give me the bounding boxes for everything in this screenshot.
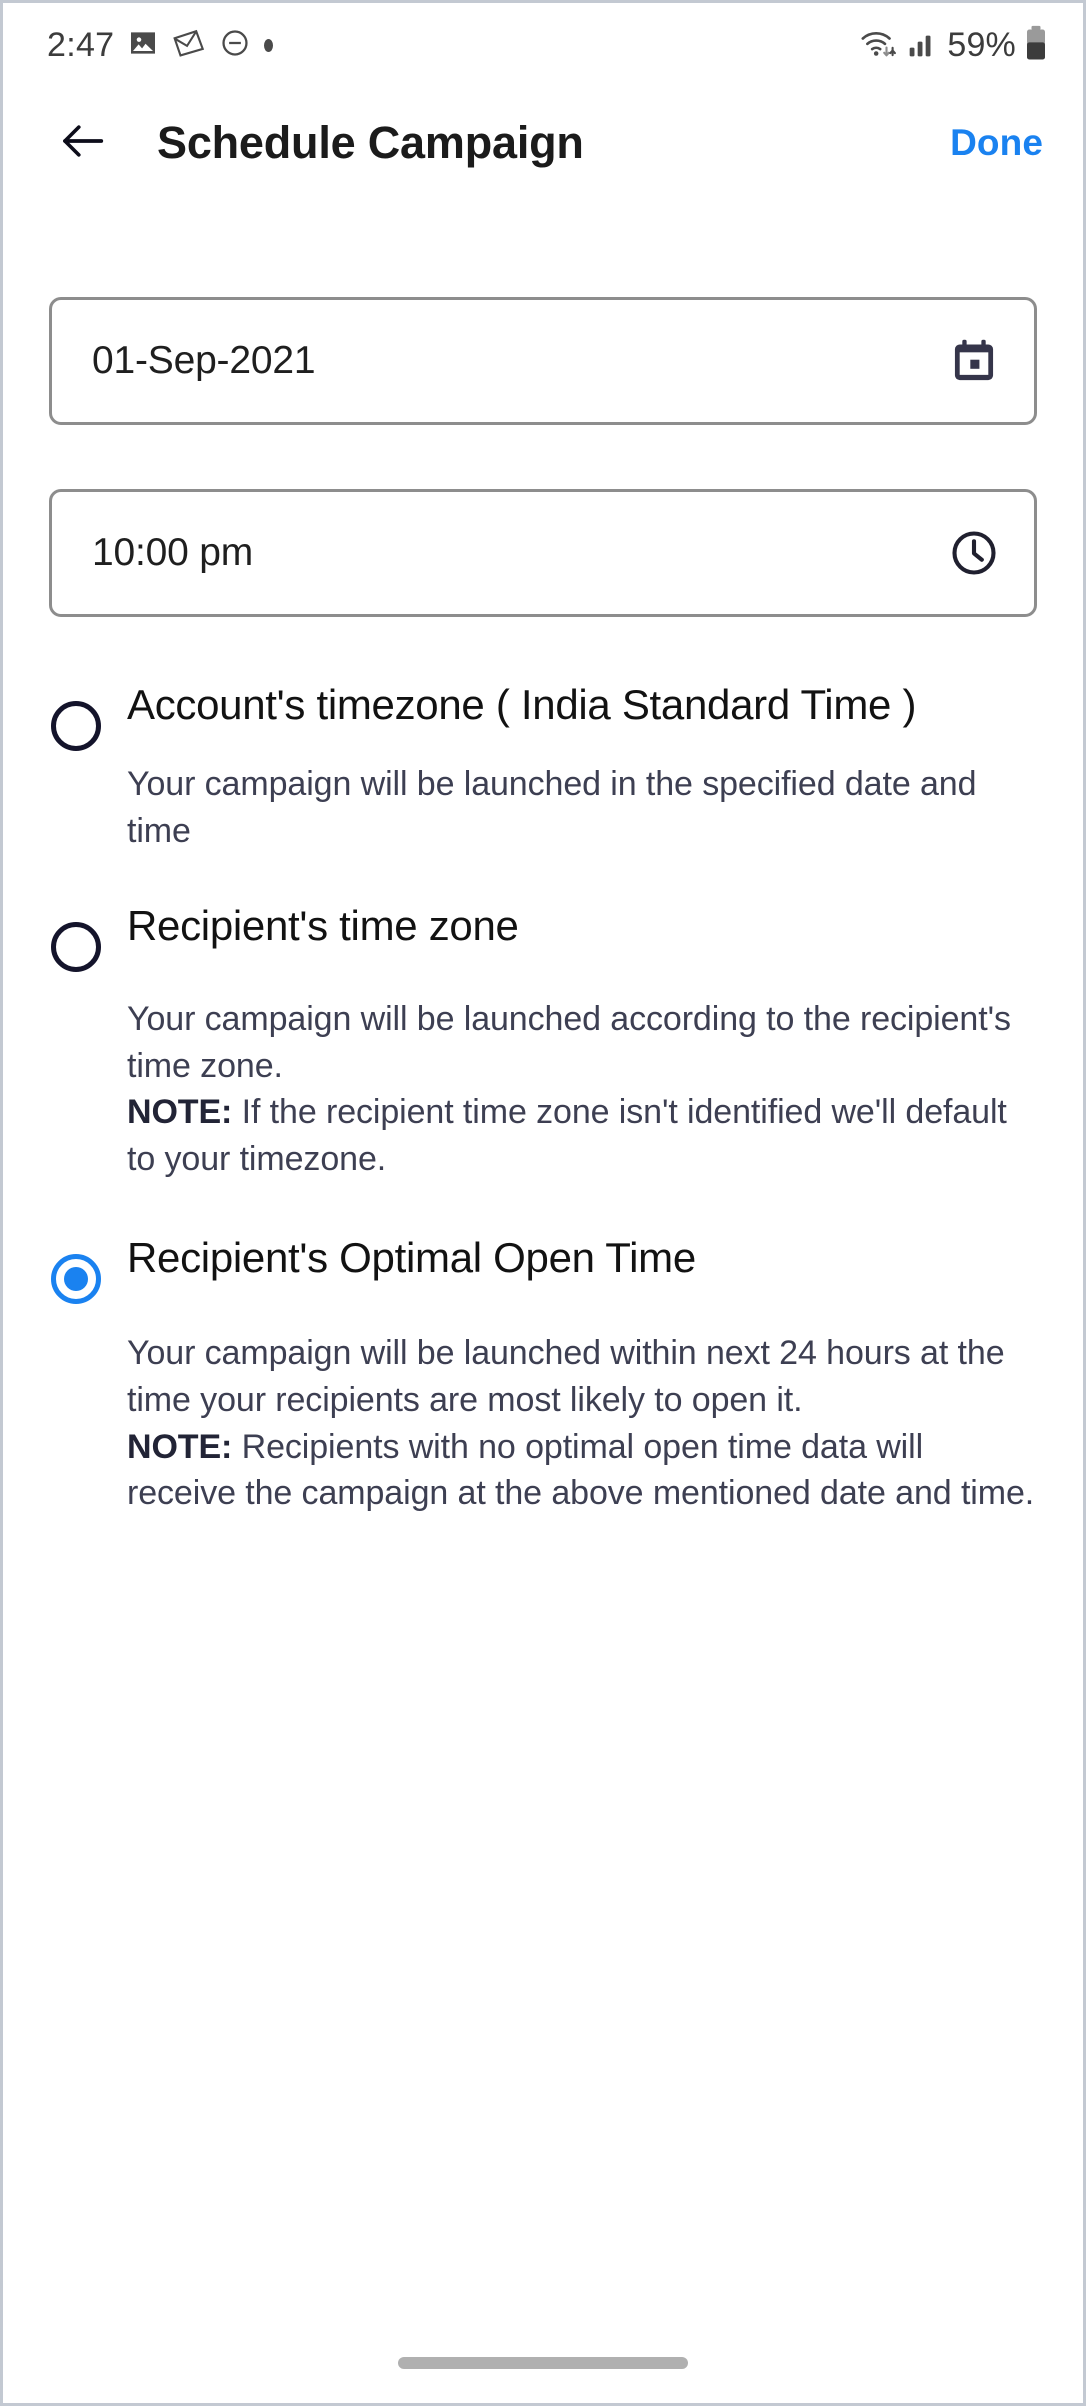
mail-icon [172,27,206,64]
option-recipients-timezone-label: Recipient's time zone [127,902,519,950]
time-input-value: 10:00 pm [92,531,254,574]
image-icon [127,27,159,64]
option-accounts-timezone-description: Your campaign will be launched in the sp… [127,761,1037,854]
status-bar-left: 2:47 [47,25,274,65]
radio-recipients-timezone[interactable] [51,922,101,973]
clock-icon[interactable] [948,527,1000,579]
done-button[interactable]: Done [950,122,1043,164]
option-recipients-timezone[interactable]: Recipient's time zone Your campaign will… [51,900,1037,1182]
battery-icon [1025,25,1047,66]
option-optimal-open-time-desc-text: Your campaign will be launched within ne… [127,1334,1005,1420]
back-arrow-icon [58,119,110,168]
option-accounts-timezone-label: Account's timezone ( India Standard Time… [127,681,917,728]
option-accounts-timezone[interactable]: Account's timezone ( India Standard Time… [51,679,1037,854]
back-button[interactable] [53,112,115,174]
option-optimal-open-time-description: Your campaign will be launched within ne… [127,1330,1037,1516]
note-text-recipients-timezone: If the recipient time zone isn't identif… [127,1093,1007,1178]
option-optimal-open-time[interactable]: Recipient's Optimal Open Time Your campa… [51,1232,1037,1516]
option-optimal-open-time-label: Recipient's Optimal Open Time [127,1234,696,1282]
note-text-optimal-open-time: Recipients with no optimal open time dat… [127,1427,1035,1513]
option-optimal-open-time-note: NOTE: Recipients with no optimal open ti… [127,1424,1037,1517]
battery-percent-label: 59% [947,25,1016,64]
page-title: Schedule Campaign [157,117,584,168]
date-input-value: 01-Sep-2021 [92,339,316,382]
note-label-recipients-timezone: NOTE: [127,1093,233,1132]
dot-icon [264,38,274,52]
status-bar-clock: 2:47 [47,25,115,64]
home-indicator[interactable] [398,2357,688,2369]
do-not-disturb-icon [219,27,251,64]
status-bar-right: 59% [859,25,1047,66]
phone-screen: 2:47 59% Schedule Campaign Done 01-Sep-2… [0,0,1086,2406]
timezone-option-list: Account's timezone ( India Standard Time… [3,679,1083,1517]
cellular-signal-icon [908,27,938,64]
option-accounts-timezone-header[interactable]: Account's timezone ( India Standard Time… [51,679,1037,751]
date-input[interactable]: 01-Sep-2021 [49,297,1037,425]
status-bar: 2:47 59% [3,3,1083,87]
option-optimal-open-time-header[interactable]: Recipient's Optimal Open Time [51,1232,1037,1305]
option-recipients-timezone-header[interactable]: Recipient's time zone [51,900,1037,973]
calendar-icon[interactable] [948,335,1000,387]
radio-optimal-open-time[interactable] [51,1254,101,1305]
wifi-icon [859,26,899,65]
time-input[interactable]: 10:00 pm [49,489,1037,617]
option-accounts-timezone-desc-text: Your campaign will be launched in the sp… [127,765,977,850]
note-label-optimal-open-time: NOTE: [127,1427,233,1466]
option-recipients-timezone-note: NOTE: If the recipient time zone isn't i… [127,1089,1037,1182]
radio-accounts-timezone[interactable] [51,701,101,751]
option-recipients-timezone-description: Your campaign will be launched according… [127,996,1037,1182]
option-recipients-timezone-desc-text: Your campaign will be launched according… [127,1000,1011,1085]
app-bar: Schedule Campaign Done [3,87,1083,199]
